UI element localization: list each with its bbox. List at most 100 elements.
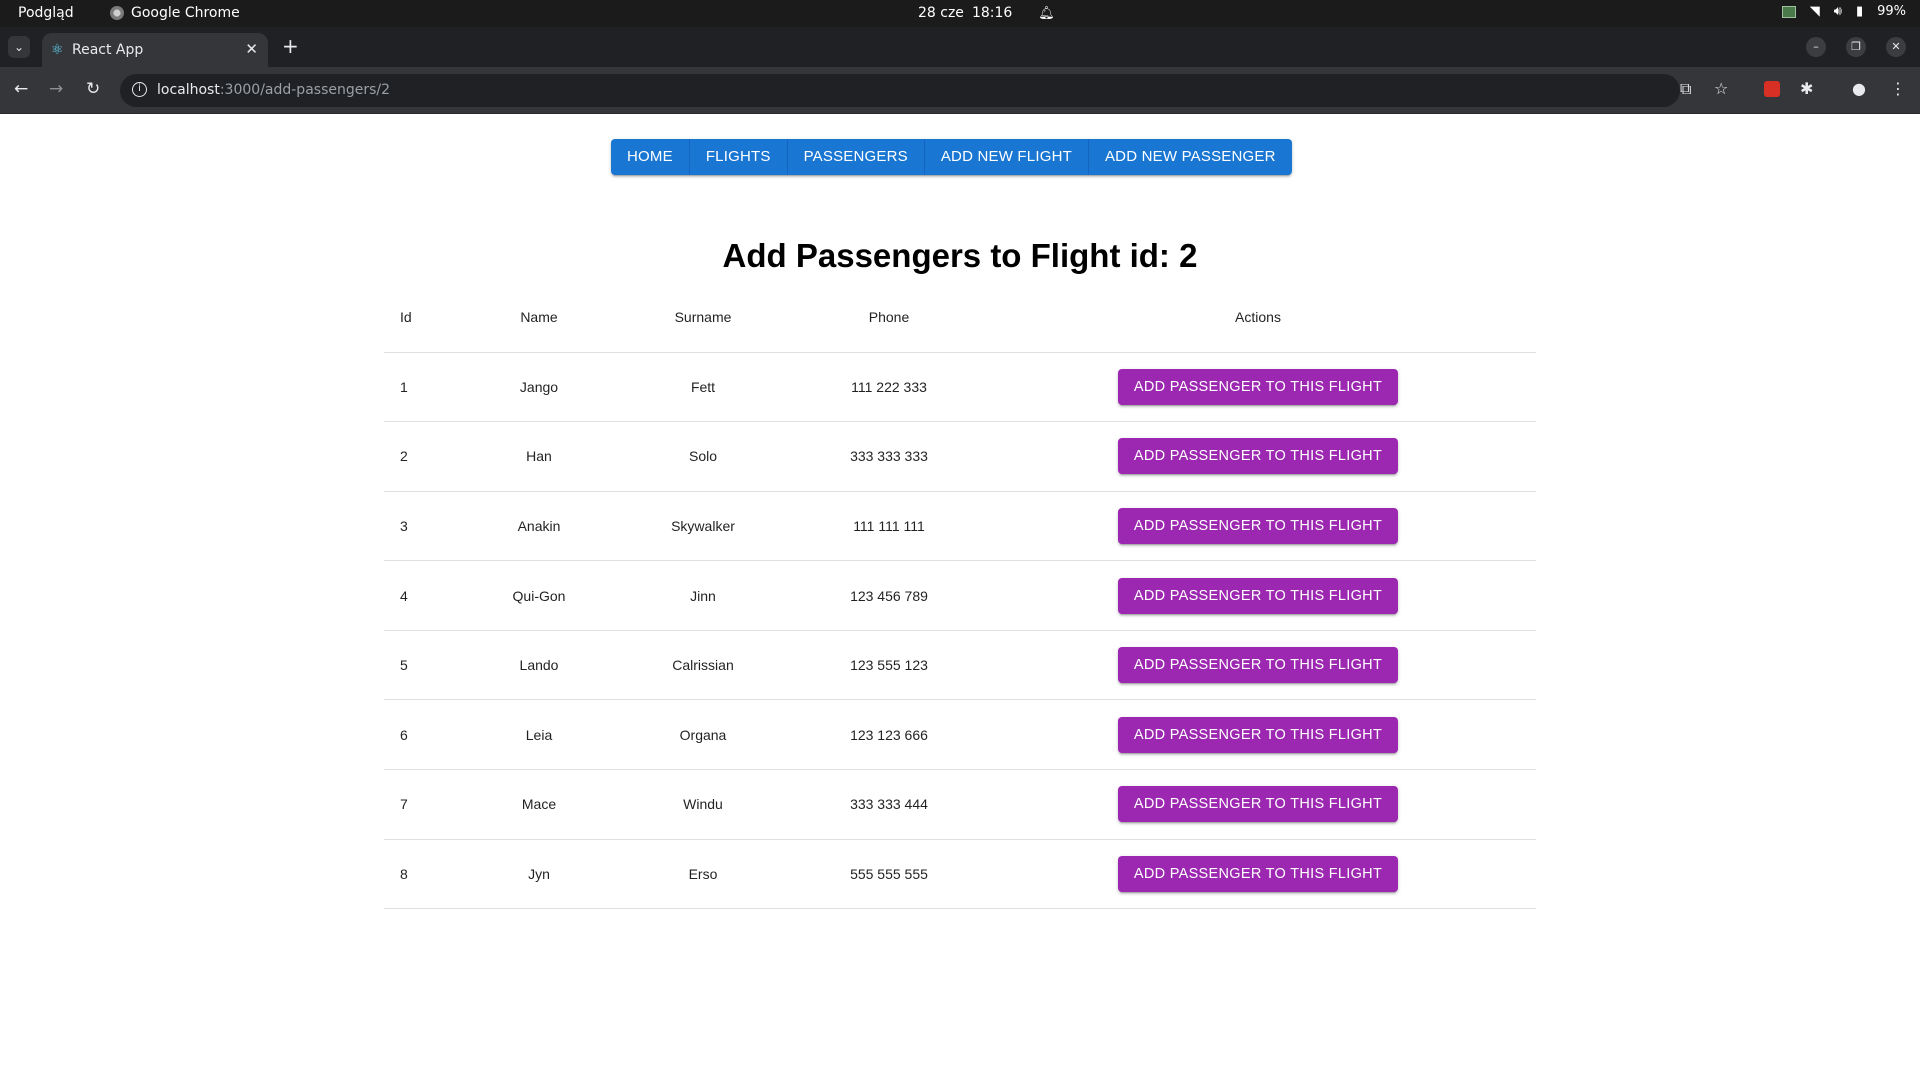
cell-actions: ADD PASSENGER TO THIS FLIGHT (980, 421, 1536, 492)
cell-id: 8 (384, 839, 470, 910)
cell-name: Jyn (470, 839, 608, 910)
cell-id: 3 (384, 491, 470, 562)
cell-name: Qui-Gon (470, 560, 608, 631)
table-row: 1 Jango Fett 111 222 333 ADD PASSENGER T… (384, 352, 1536, 423)
passengers-table: Id Name Surname Phone Actions 1 Jango Fe… (384, 282, 1536, 910)
browser-tab[interactable]: ⚛ React App ✕ (42, 33, 268, 67)
cell-id: 7 (384, 769, 470, 840)
table-row: 7 Mace Windu 333 333 444 ADD PASSENGER T… (384, 769, 1536, 840)
profile-avatar-icon[interactable]: ● (1852, 79, 1866, 99)
table-header: Id Name Surname Phone Actions (384, 282, 1536, 353)
url-path: :3000/add-passengers/2 (219, 82, 391, 98)
add-passenger-button[interactable]: ADD PASSENGER TO THIS FLIGHT (1117, 438, 1399, 475)
cell-name: Leia (470, 699, 608, 771)
cell-phone: 123 123 666 (798, 699, 980, 771)
back-arrow-icon[interactable]: ← (14, 79, 28, 99)
add-passenger-button[interactable]: ADD PASSENGER TO THIS FLIGHT (1117, 647, 1399, 684)
cell-actions: ADD PASSENGER TO THIS FLIGHT (980, 560, 1536, 631)
cell-surname: Solo (608, 421, 798, 492)
cell-surname: Skywalker (608, 491, 798, 562)
cell-actions: ADD PASSENGER TO THIS FLIGHT (980, 491, 1536, 562)
cell-actions: ADD PASSENGER TO THIS FLIGHT (980, 839, 1536, 910)
browser-menu-icon[interactable]: ⋮ (1890, 79, 1906, 99)
reload-icon[interactable]: ↻ (86, 79, 100, 99)
image-viewer-tray-icon (1781, 5, 1796, 18)
cell-phone: 111 111 111 (798, 491, 980, 562)
cell-name: Anakin (470, 491, 608, 562)
extensions-puzzle-icon[interactable]: ✱ (1800, 79, 1813, 99)
activities-button[interactable]: Podgląd (18, 5, 74, 21)
cell-surname: Windu (608, 769, 798, 840)
column-header-phone: Phone (798, 282, 980, 353)
bookmark-star-icon[interactable]: ☆ (1714, 79, 1728, 99)
cell-surname: Erso (608, 839, 798, 910)
cell-name: Mace (470, 769, 608, 840)
cell-actions: ADD PASSENGER TO THIS FLIGHT (980, 352, 1536, 423)
table-row: 8 Jyn Erso 555 555 555 ADD PASSENGER TO … (384, 839, 1536, 910)
address-bar[interactable]: i localhost:3000/add-passengers/2 (120, 74, 1680, 107)
page-content: HOME FLIGHTS PASSENGERS ADD NEW FLIGHT A… (0, 114, 1920, 1080)
add-passenger-button[interactable]: ADD PASSENGER TO THIS FLIGHT (1117, 507, 1399, 544)
clock-date: 28 cze (918, 5, 964, 21)
wifi-icon: ◥ (1809, 4, 1820, 19)
volume-icon: 🔊︎ (1833, 4, 1842, 19)
url-host: localhost (157, 82, 220, 98)
cell-name: Lando (470, 630, 608, 701)
cell-id: 1 (384, 352, 470, 423)
app-menu[interactable]: Google Chrome (110, 5, 240, 21)
tab-search-chevron-down-icon[interactable]: ⌄ (8, 36, 30, 58)
add-passenger-button[interactable]: ADD PASSENGER TO THIS FLIGHT (1117, 855, 1399, 892)
nav-flights[interactable]: FLIGHTS (690, 139, 788, 175)
column-header-name: Name (470, 282, 608, 353)
system-tray[interactable]: ◥ 🔊︎ ▮ 99% (1781, 4, 1906, 19)
table-row: 6 Leia Organa 123 123 666 ADD PASSENGER … (384, 699, 1536, 771)
cell-phone: 123 456 789 (798, 560, 980, 631)
forward-arrow-icon[interactable]: → (49, 79, 63, 99)
nav-home[interactable]: HOME (611, 139, 690, 175)
table-header-row: Id Name Surname Phone Actions (384, 282, 1536, 353)
column-header-surname: Surname (608, 282, 798, 353)
cell-actions: ADD PASSENGER TO THIS FLIGHT (980, 630, 1536, 701)
cell-phone: 123 555 123 (798, 630, 980, 701)
extension-red-icon[interactable] (1764, 81, 1780, 102)
table-body: 1 Jango Fett 111 222 333 ADD PASSENGER T… (384, 352, 1536, 910)
passengers-table-container: Id Name Surname Phone Actions 1 Jango Fe… (384, 282, 1536, 910)
table-row: 4 Qui-Gon Jinn 123 456 789 ADD PASSENGER… (384, 560, 1536, 631)
tab-close-icon[interactable]: ✕ (245, 40, 258, 58)
cell-surname: Jinn (608, 560, 798, 631)
react-favicon-icon: ⚛ (51, 42, 64, 58)
page-title: Add Passengers to Flight id: 2 (722, 237, 1198, 274)
browser-toolbar: ← → ↻ i localhost:3000/add-passengers/2 … (0, 67, 1920, 114)
install-app-icon[interactable]: ⧉ (1680, 79, 1691, 99)
notification-bell-icon: 🔔︎ (1038, 5, 1055, 21)
new-tab-plus-icon[interactable]: + (282, 35, 299, 57)
add-passenger-button[interactable]: ADD PASSENGER TO THIS FLIGHT (1117, 786, 1399, 823)
nav-add-new-passenger[interactable]: ADD NEW PASSENGER (1089, 139, 1292, 175)
add-passenger-button[interactable]: ADD PASSENGER TO THIS FLIGHT (1117, 368, 1399, 405)
cell-phone: 111 222 333 (798, 352, 980, 423)
column-header-actions: Actions (980, 282, 1536, 353)
browser-tab-strip: ⌄ ⚛ React App ✕ + – ❐ ✕ (0, 27, 1920, 67)
add-passenger-button[interactable]: ADD PASSENGER TO THIS FLIGHT (1117, 577, 1399, 614)
cell-phone: 333 333 444 (798, 769, 980, 840)
app-name: Google Chrome (131, 5, 240, 21)
restore-icon[interactable]: ❐ (1846, 37, 1866, 57)
close-window-icon[interactable]: ✕ (1886, 37, 1906, 57)
cell-surname: Fett (608, 352, 798, 423)
tab-title: React App (72, 42, 144, 58)
cell-surname: Calrissian (608, 630, 798, 701)
battery-icon: ▮ (1855, 4, 1864, 19)
cell-surname: Organa (608, 699, 798, 771)
nav-add-new-flight[interactable]: ADD NEW FLIGHT (925, 139, 1089, 175)
clock[interactable]: 28 cze 18:16 🔔︎ (918, 5, 1055, 21)
cell-id: 4 (384, 560, 470, 631)
minimize-icon[interactable]: – (1806, 37, 1826, 57)
system-top-bar: Podgląd Google Chrome 28 cze 18:16 🔔︎ ◥ … (0, 0, 1920, 27)
site-info-icon[interactable]: i (132, 82, 147, 97)
cell-phone: 333 333 333 (798, 421, 980, 492)
add-passenger-button[interactable]: ADD PASSENGER TO THIS FLIGHT (1117, 716, 1399, 753)
table-row: 3 Anakin Skywalker 111 111 111 ADD PASSE… (384, 491, 1536, 562)
url-text[interactable]: localhost:3000/add-passengers/2 (157, 82, 390, 98)
nav-passengers[interactable]: PASSENGERS (788, 139, 925, 175)
cell-actions: ADD PASSENGER TO THIS FLIGHT (980, 769, 1536, 840)
